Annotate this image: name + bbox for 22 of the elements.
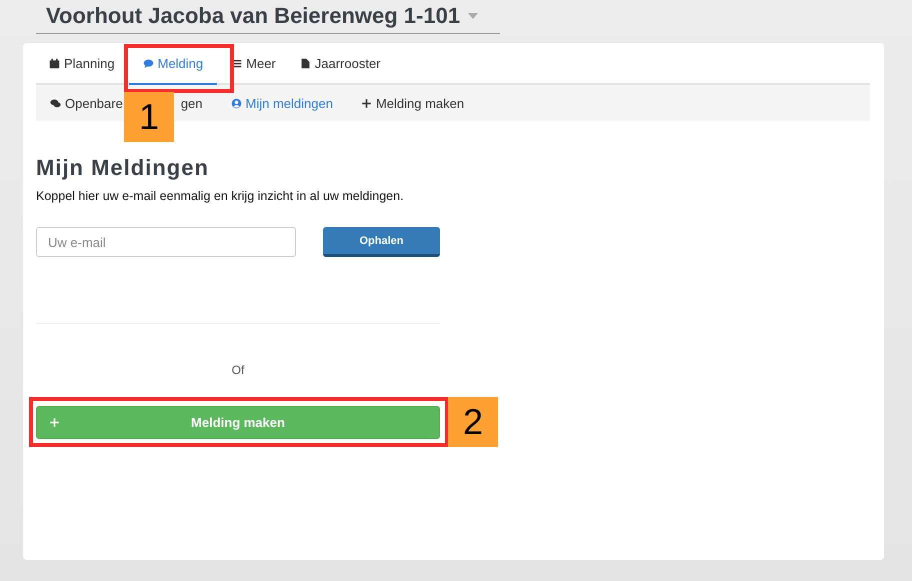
tab[interactable]: Jaarrooster <box>290 43 391 85</box>
file-icon <box>300 58 311 68</box>
plus-icon <box>360 98 372 108</box>
user-icon <box>230 98 242 108</box>
location-title: Voorhout Jacoba van Beierenweg 1-101 <box>46 3 460 29</box>
step-badge: 2 <box>448 397 498 447</box>
caret-icon[interactable] <box>468 13 478 19</box>
subtab[interactable]: Mijn meldingen <box>230 96 333 110</box>
email-field[interactable]: Uw e-mail <box>36 227 296 257</box>
comments-icon <box>50 98 61 108</box>
description-text: Koppel hier uw e-mail eenmalig en krijg inzicht in al uw meldingen. <box>36 189 405 203</box>
page-heading: Mijn Meldingen <box>36 155 210 181</box>
step-badge: 1 <box>124 92 174 142</box>
menu-icon <box>231 58 242 68</box>
calendar-icon <box>49 58 60 68</box>
plus-icon <box>49 417 60 428</box>
tab[interactable]: Planning <box>39 43 125 85</box>
separator-text: Of <box>230 363 246 377</box>
subtab[interactable]: Melding maken <box>360 96 464 110</box>
speech-bubble-icon <box>142 58 154 68</box>
fetch-button[interactable]: Ophalen <box>323 227 440 257</box>
tab[interactable]: Meer <box>221 43 286 85</box>
